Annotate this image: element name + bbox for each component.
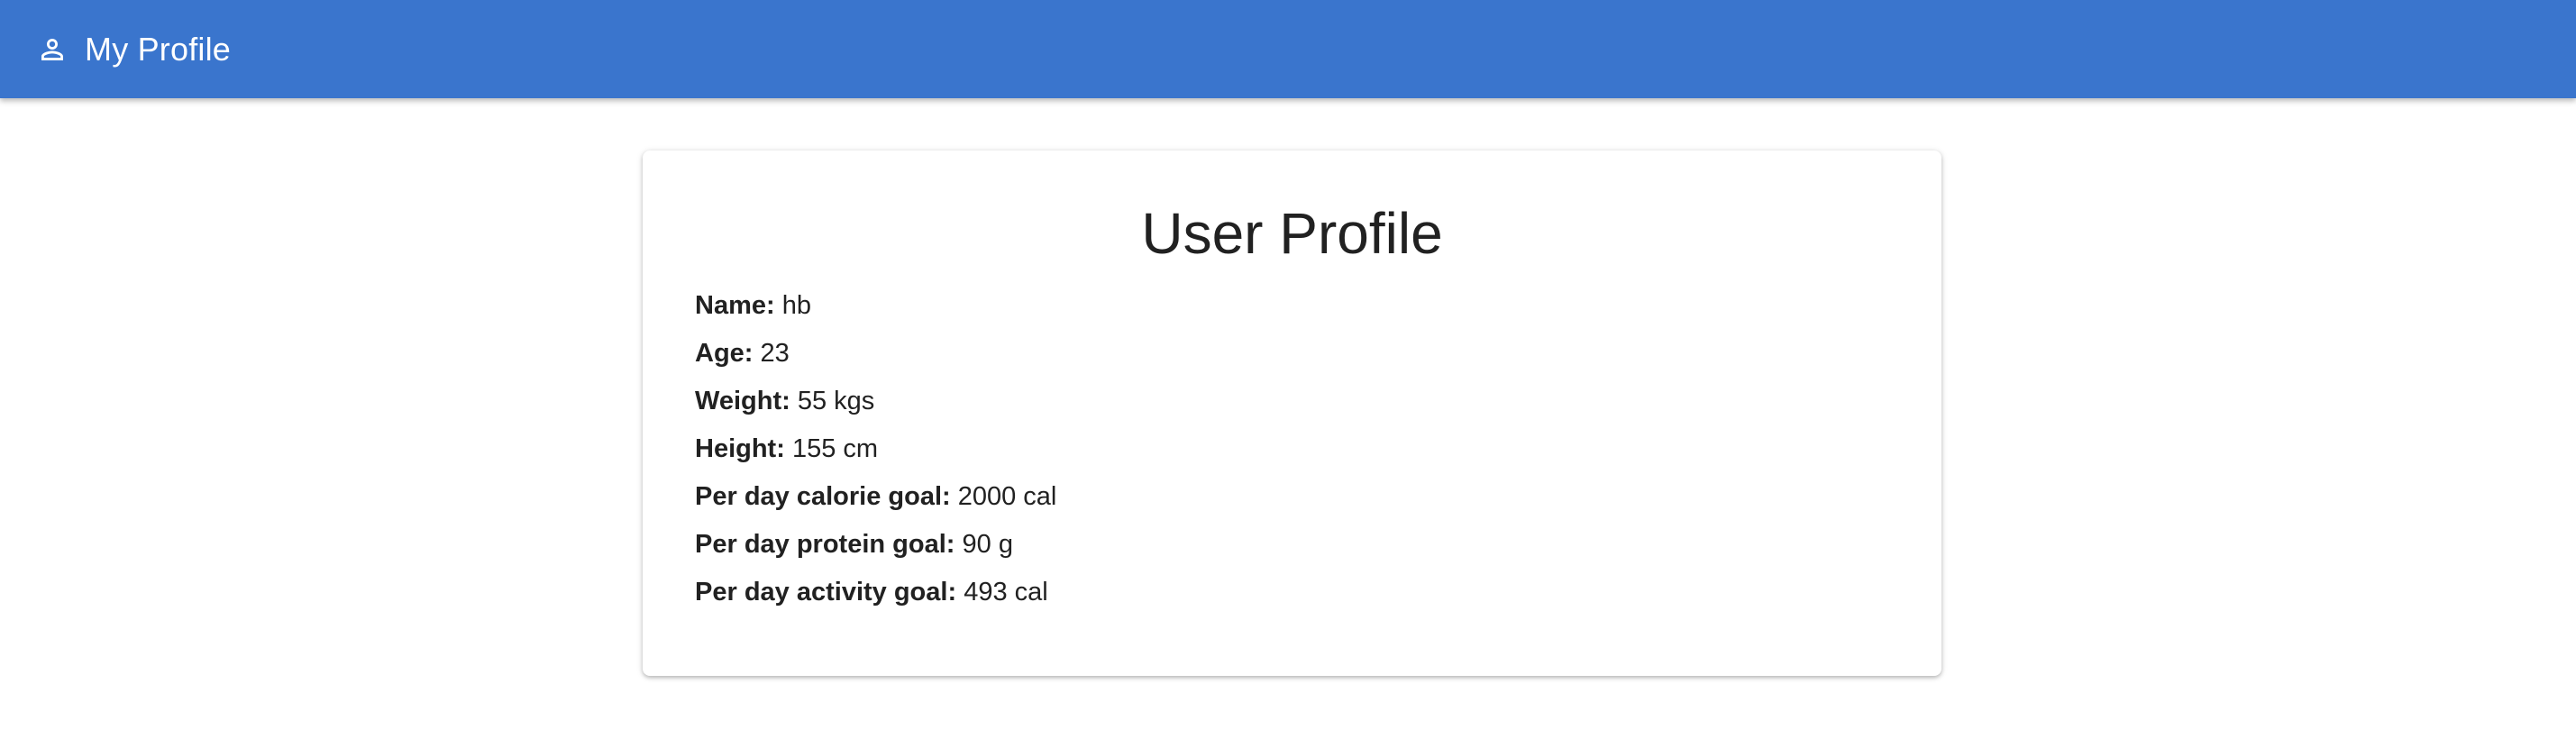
field-label: Age:: [695, 338, 754, 368]
field-label: Per day protein goal:: [695, 529, 955, 559]
field-label: Name:: [695, 290, 775, 320]
field-label: Weight:: [695, 386, 790, 415]
field-label: Per day activity goal:: [695, 577, 957, 607]
field-label: Height:: [695, 433, 785, 463]
profile-field-age: Age: 23: [695, 330, 1889, 378]
profile-field-height: Height: 155 cm: [695, 425, 1889, 473]
field-value: 90 g: [962, 529, 1013, 559]
profile-field-name: Name: hb: [695, 282, 1889, 330]
field-value: 55 kgs: [797, 386, 875, 415]
field-value: 493 cal: [964, 577, 1048, 607]
app-bar-title: My Profile: [85, 30, 232, 68]
profile-field-protein-goal: Per day protein goal: 90 g: [695, 521, 1889, 569]
person-icon: [34, 32, 70, 68]
profile-field-weight: Weight: 55 kgs: [695, 378, 1889, 425]
app-bar: My Profile: [0, 0, 2576, 98]
field-value: 2000 cal: [957, 481, 1057, 511]
profile-title: User Profile: [1141, 201, 1443, 266]
field-label: Per day calorie goal:: [695, 481, 951, 511]
field-value: 155 cm: [791, 433, 879, 463]
field-value: 23: [760, 338, 790, 368]
profile-field-calorie-goal: Per day calorie goal: 2000 cal: [695, 473, 1889, 521]
profile-field-activity-goal: Per day activity goal: 493 cal: [695, 569, 1889, 616]
field-value: hb: [781, 290, 811, 320]
profile-card: User Profile Name: hb Age: 23 Weight: 55…: [643, 151, 1941, 676]
